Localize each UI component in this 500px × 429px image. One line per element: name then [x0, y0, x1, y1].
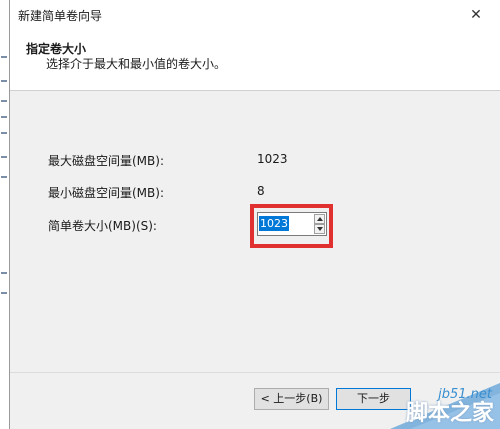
max-space-label: 最大磁盘空间量(MB):	[48, 154, 164, 168]
background-tree-line	[1, 272, 7, 274]
watermark-name: 脚本之家	[405, 401, 494, 426]
footer-divider	[10, 372, 500, 373]
background-tree-line	[1, 56, 7, 58]
volume-size-label: 简单卷大小(MB)(S):	[48, 219, 157, 233]
background-tree-line	[1, 132, 7, 134]
chevron-up-icon	[317, 217, 323, 221]
background-tree-line	[1, 156, 7, 158]
page-subtitle: 选择介于最大和最小值的卷大小。	[46, 57, 227, 71]
background-tree-line	[1, 292, 7, 294]
wizard-dialog: 新建简单卷向导 ✕ 指定卷大小 选择介于最大和最小值的卷大小。 最大磁盘空间量(…	[9, 0, 500, 429]
window-title: 新建简单卷向导	[18, 9, 103, 23]
background-tree-line	[1, 176, 7, 178]
max-space-value: 1023	[257, 152, 288, 166]
chevron-down-icon	[317, 227, 323, 231]
background-tree-line	[1, 100, 7, 102]
stepper-down-button[interactable]	[314, 224, 325, 234]
stepper-up-button[interactable]	[314, 214, 325, 224]
watermark: jb51.net 脚本之家	[350, 379, 500, 429]
close-icon[interactable]: ✕	[461, 0, 491, 30]
background-tree-line	[1, 116, 7, 118]
volume-size-stepper[interactable]: 1023	[257, 212, 327, 236]
back-button[interactable]: < 上一步(B)	[254, 388, 329, 410]
stepper-buttons	[314, 214, 325, 234]
title-bar[interactable]: 新建简单卷向导 ✕	[10, 0, 500, 30]
min-space-value: 8	[257, 184, 265, 198]
min-space-label: 最小磁盘空间量(MB):	[48, 186, 164, 200]
background-tree-line	[1, 80, 7, 82]
volume-size-input[interactable]: 1023	[259, 216, 289, 231]
wizard-header: 指定卷大小 选择介于最大和最小值的卷大小。	[10, 30, 500, 91]
screen: 新建简单卷向导 ✕ 指定卷大小 选择介于最大和最小值的卷大小。 最大磁盘空间量(…	[0, 0, 500, 429]
